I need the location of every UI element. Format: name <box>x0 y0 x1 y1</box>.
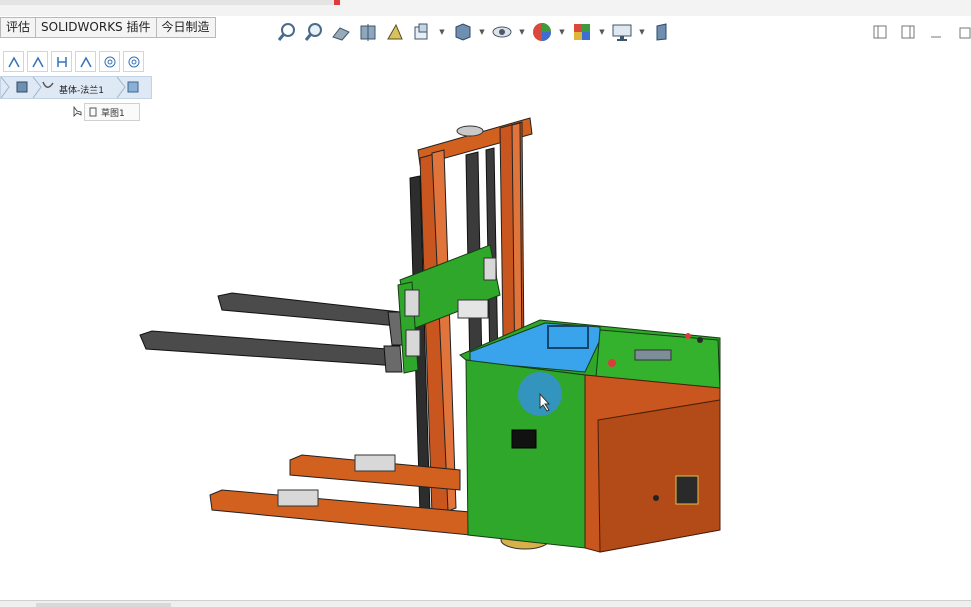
robot-body <box>459 319 721 553</box>
tab-solidworks-addins[interactable]: SOLIDWORKS 插件 <box>35 17 157 38</box>
command-manager-tabs: 评估 SOLIDWORKS 插件 今日制造 <box>0 17 216 38</box>
bottom-tab-strip <box>36 603 171 607</box>
window-tab-strip <box>0 0 340 5</box>
title-strip <box>0 0 971 16</box>
restore-icon[interactable] <box>957 24 971 39</box>
mouse-pointer-icon <box>539 392 551 412</box>
tile-left-icon[interactable] <box>873 24 887 39</box>
tile-right-icon[interactable] <box>901 24 915 39</box>
fork-upper <box>217 292 406 346</box>
tab-evaluate[interactable]: 评估 <box>0 17 37 38</box>
tab-make-today[interactable]: 今日制造 <box>155 17 216 38</box>
window-controls <box>873 24 971 39</box>
minimize-icon[interactable] <box>929 24 943 38</box>
fork-lower <box>139 330 403 373</box>
cursor-highlight <box>518 372 562 416</box>
graphics-area[interactable] <box>0 40 971 600</box>
